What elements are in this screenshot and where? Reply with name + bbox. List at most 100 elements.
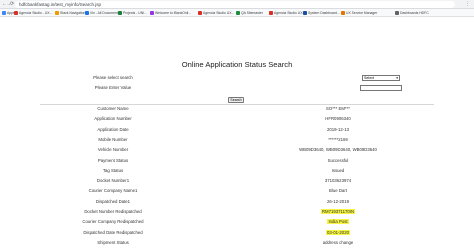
detail-value: Successful	[327, 157, 349, 163]
bookmark-item[interactable]: Agencia Studio - UX...	[14, 10, 52, 16]
detail-row: Courier Company Name1 Blue Dart	[40, 186, 434, 196]
detail-label: Payment Status	[97, 157, 129, 163]
detail-value: Blue Dart	[329, 188, 347, 194]
bookmark-favicon-icon	[395, 10, 399, 15]
bookmark-label: Agencia Studio - UX...	[19, 11, 53, 15]
detail-label: Customer Name	[97, 106, 129, 111]
detail-value-cell: Issued	[268, 166, 408, 176]
detail-row: Application Date 2019-12-13	[40, 125, 434, 135]
bookmarks-bar: Apps Agencia Studio - UX... Stack Navigati…	[0, 9, 474, 17]
bookmark-label: Vin - All Documents	[90, 11, 120, 15]
detail-value: Issued	[331, 167, 345, 173]
detail-value: 2019-12-13	[327, 126, 349, 132]
detail-value: India Post	[327, 219, 349, 225]
detail-label: Shipment Status	[97, 239, 129, 245]
detail-row: Tag Status Issued	[40, 166, 434, 176]
detail-row: Docket Number Redispatched RM719371170IN	[40, 207, 434, 217]
bookmark-label: Agencia Studio UX...	[274, 11, 306, 15]
bookmark-label: QA Sitemaster	[241, 11, 263, 15]
bookmark-label: Welcome to iBankOnli...	[155, 11, 192, 15]
detail-value-cell: 26-12-2019	[268, 197, 408, 207]
bookmark-item[interactable]: Vin - All Documents	[85, 10, 120, 16]
chevron-down-icon: ▾	[396, 76, 398, 80]
bookmark-favicon-icon	[14, 10, 18, 15]
detail-row: Courier Company Redispatched India Post	[40, 217, 434, 227]
bookmark-favicon-icon	[236, 10, 240, 15]
detail-row: Mobile Number ******2169	[40, 135, 434, 145]
detail-value: RM719371170IN	[320, 209, 356, 214]
bookmark-item[interactable]: Stack Navigation...	[55, 10, 88, 16]
detail-value-cell: address change	[268, 238, 408, 248]
detail-row: Application Number HFR0906340	[40, 114, 434, 124]
bookmark-favicon-icon	[55, 10, 59, 15]
search-value-row: Please Enter Value	[40, 83, 434, 93]
search-button[interactable]: Search	[228, 97, 244, 103]
bookmark-favicon-icon	[303, 10, 307, 15]
detail-label: Courier Company Redispatched	[82, 219, 144, 225]
bookmark-item[interactable]: QA Sitemaster	[236, 10, 263, 16]
search-type-select-value: Select	[364, 76, 374, 80]
detail-value: 03-01-2020	[326, 229, 350, 235]
detail-row: Vehicle Number WB09D3640, WB09D3640, WB09…	[40, 145, 434, 155]
bookmark-item[interactable]: Projects - UNI...	[118, 10, 147, 16]
search-value-input[interactable]	[360, 85, 402, 91]
detail-value-cell: ******2169	[268, 135, 408, 145]
detail-value-cell: Blue Dart	[268, 186, 408, 196]
detail-label: Courier Company Name1	[88, 188, 138, 194]
detail-value: SO*** EM***	[326, 106, 350, 111]
detail-value-cell: 37103623974	[268, 176, 408, 186]
bookmark-label: Projects - UNI...	[123, 11, 147, 15]
detail-value: WB09D3640, WB09D3640, WB09D3640	[299, 147, 377, 153]
detail-value-cell: 03-01-2020	[268, 228, 408, 238]
detail-label: Mobile Number	[98, 136, 128, 142]
detail-label: Dispatched Date1	[95, 198, 131, 204]
page-title: Online Application Status Search	[181, 60, 293, 69]
detail-row: Shipment Status address change	[40, 238, 434, 248]
detail-label: Application Number	[94, 116, 132, 122]
address-bar[interactable]: hdfcbankfastag.in/test_myinfo/Search.jsp	[15, 1, 455, 8]
bookmark-favicon-icon	[198, 10, 202, 15]
detail-value-cell: WB09D3640, WB09D3640, WB09D3640	[268, 145, 408, 155]
bookmark-item[interactable]: Welcome to iBankOnli...	[150, 10, 191, 16]
bookmark-item[interactable]: UX Service Manager	[341, 10, 377, 16]
detail-value-cell: SO*** EM***	[268, 104, 408, 114]
bookmark-favicon-icon	[118, 10, 122, 15]
detail-row: Customer Name SO*** EM***	[40, 104, 434, 114]
detail-value-cell: 2019-12-13	[268, 125, 408, 135]
bookmark-item[interactable]: Agencia Studio UX...	[198, 10, 234, 16]
bookmark-label: Agencia Studio UX...	[203, 11, 235, 15]
bookmark-label: Dashboards HDFC	[400, 11, 429, 15]
search-type-select[interactable]: Select ▾	[362, 75, 400, 81]
detail-value-cell: Successful	[268, 156, 408, 166]
detail-label: Dispatched Date Redispatched	[83, 229, 143, 235]
detail-value: ******2169	[328, 136, 348, 142]
detail-row: Dispatched Date Redispatched 03-01-2020	[40, 228, 434, 238]
bookmark-favicon-icon	[341, 10, 345, 15]
search-type-label: Please select search	[93, 75, 133, 80]
detail-label: Docket Number Redispatched	[84, 209, 142, 214]
detail-row: Dispatched Date1 26-12-2019	[40, 197, 434, 207]
detail-value: 26-12-2019	[327, 198, 349, 204]
bookmark-item[interactable]: Agencia Studio UX...	[269, 10, 305, 16]
bookmark-item[interactable]: Dashboards HDFC	[395, 10, 429, 16]
browser-toolbar: ← → ⟳ hdfcbankfastag.in/test_myinfo/Sear…	[0, 0, 474, 9]
detail-value-cell: India Post	[268, 217, 408, 227]
detail-row: Payment Status Successful	[40, 156, 434, 166]
bookmark-label: System Dashboard...	[308, 11, 340, 15]
bookmark-favicon-icon	[269, 10, 273, 15]
detail-label: Vehicle Number	[97, 147, 129, 153]
bookmark-favicon-icon	[85, 10, 89, 15]
reload-icon[interactable]: ⟳	[10, 1, 14, 7]
bookmark-favicon-icon	[150, 10, 154, 15]
bookmark-item[interactable]: System Dashboard...	[303, 10, 340, 16]
detail-value: 37103623974	[324, 178, 352, 184]
search-type-row: Please select search Select ▾	[40, 73, 434, 83]
detail-label: Application Date	[97, 126, 129, 132]
browser-menu-icon[interactable]: ⋮	[465, 1, 470, 7]
detail-value-cell: RM719371170IN	[268, 207, 408, 217]
bookmark-item[interactable]: Apps	[2, 10, 15, 16]
search-value-label: Please Enter Value	[94, 85, 132, 90]
bookmark-favicon-icon	[2, 10, 6, 15]
detail-value-cell: HFR0906340	[268, 114, 408, 124]
detail-value: address change	[322, 239, 354, 245]
